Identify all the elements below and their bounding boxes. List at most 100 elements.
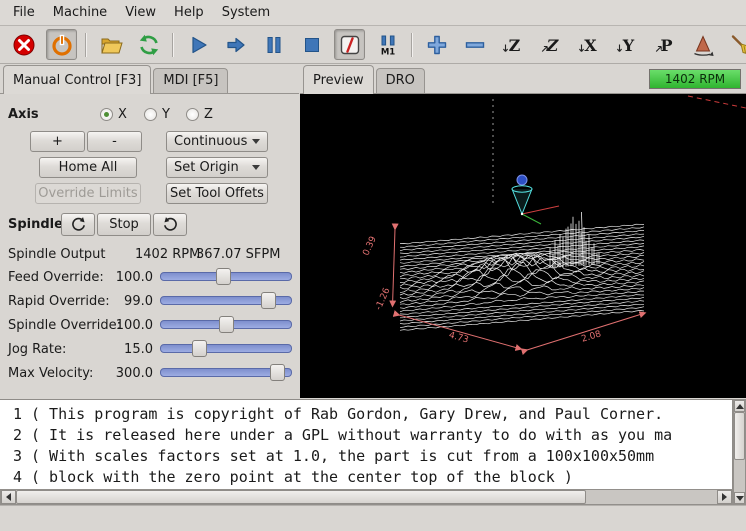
clear-plot-icon xyxy=(729,33,746,57)
spindle-rpm-value: 1402 RPM xyxy=(135,247,200,262)
spindle-override-slider[interactable] xyxy=(160,316,292,333)
gcode-line[interactable]: 4 ( block with the zero point at the cen… xyxy=(0,466,732,487)
slider-handle[interactable] xyxy=(270,364,285,381)
optional-pause-icon: M1 xyxy=(376,33,400,57)
axis-radio-y[interactable]: Y xyxy=(144,107,170,122)
slider-track[interactable] xyxy=(160,344,292,353)
spindle-reverse-icon xyxy=(70,216,87,233)
set-tool-offsets-button[interactable]: Set Tool Offets xyxy=(166,183,268,204)
override-limits-button[interactable]: Override Limits xyxy=(35,183,141,204)
slider-handle[interactable] xyxy=(261,292,276,309)
tab-manual-control[interactable]: Manual Control [F3] xyxy=(3,65,151,94)
gcode-line[interactable]: 3 ( With scales factors set at 1.0, the … xyxy=(0,445,732,466)
horizontal-scrollbar-thumb[interactable] xyxy=(16,490,586,504)
gcode-line-number: 3 xyxy=(0,447,22,465)
max-velocity-slider[interactable] xyxy=(160,364,292,381)
jog-plus-button[interactable]: + xyxy=(30,131,85,152)
vertical-scrollbar[interactable] xyxy=(733,399,746,505)
view-y-icon: Y xyxy=(615,33,639,57)
svg-text:M1: M1 xyxy=(380,47,394,57)
spindle-stop-button[interactable]: Stop xyxy=(97,213,151,236)
jog-minus-button[interactable]: - xyxy=(87,131,142,152)
view-p-button[interactable]: P xyxy=(649,29,680,60)
feed-override-slider[interactable] xyxy=(160,268,292,285)
axis-y-label: Y xyxy=(162,107,170,122)
spindle-sfpm-value: 367.07 SFPM xyxy=(196,247,280,262)
skip-lines-toggle[interactable] xyxy=(334,29,365,60)
preview-canvas[interactable]: 0.39 -1.26 4.73 2.08 xyxy=(300,94,746,398)
arrow-left-icon xyxy=(6,493,11,501)
axis-label: Axis xyxy=(8,107,39,122)
gcode-line-text: ( It is released here under a GPL withou… xyxy=(31,426,672,444)
toolbar-separator xyxy=(411,33,413,57)
jog-rate-value: 15.0 xyxy=(95,342,153,357)
menu-view[interactable]: View xyxy=(116,1,165,24)
home-all-button[interactable]: Home All xyxy=(39,157,137,178)
menu-help[interactable]: Help xyxy=(165,1,213,24)
run-button[interactable] xyxy=(182,29,213,60)
horizontal-scrollbar[interactable] xyxy=(0,489,733,505)
set-origin-button[interactable]: Set Origin xyxy=(166,157,268,178)
view-z-button[interactable]: Z xyxy=(497,29,528,60)
slider-handle[interactable] xyxy=(219,316,234,333)
scroll-up-button[interactable] xyxy=(734,400,745,412)
y-axis-indicator xyxy=(522,214,541,224)
menubar: File Machine View Help System xyxy=(0,0,746,26)
view-z-rot-button[interactable]: Z xyxy=(535,29,566,60)
zoom-in-button[interactable] xyxy=(421,29,452,60)
axis-radio-x[interactable]: X xyxy=(100,107,127,122)
machine-power-button[interactable] xyxy=(46,29,77,60)
estop-button[interactable] xyxy=(8,29,39,60)
scroll-left-button[interactable] xyxy=(1,490,16,504)
tab-preview[interactable]: Preview xyxy=(303,65,374,94)
tab-mdi[interactable]: MDI [F5] xyxy=(153,68,228,93)
tab-dro[interactable]: DRO xyxy=(376,68,425,93)
view-y-button[interactable]: Y xyxy=(611,29,642,60)
chevron-down-icon xyxy=(252,139,260,144)
axis-radio-z[interactable]: Z xyxy=(186,107,213,122)
pause-icon xyxy=(262,33,286,57)
gcode-line-number: 4 xyxy=(0,468,22,486)
vertical-scrollbar-thumb[interactable] xyxy=(734,412,745,460)
preview-panel: Preview DRO 1402 RPM 0.39 xyxy=(300,64,746,398)
gcode-line[interactable]: 1 ( This program is copyright of Rab Gor… xyxy=(0,403,732,424)
view-x-button[interactable]: X xyxy=(573,29,604,60)
menu-file[interactable]: File xyxy=(4,1,44,24)
spindle-forward-button[interactable] xyxy=(153,213,187,236)
pause-button[interactable] xyxy=(258,29,289,60)
toolpath-lines xyxy=(400,224,644,330)
spindle-reverse-button[interactable] xyxy=(61,213,95,236)
stop-button[interactable] xyxy=(296,29,327,60)
menu-machine[interactable]: Machine xyxy=(44,1,116,24)
optional-pause-toggle[interactable]: M1 xyxy=(372,29,403,60)
rapid-override-slider[interactable] xyxy=(160,292,292,309)
gcode-listing[interactable]: 1 ( This program is copyright of Rab Gor… xyxy=(0,399,733,489)
feed-override-value: 100.0 xyxy=(95,270,153,285)
spindle-label: Spindle: xyxy=(8,217,68,232)
gcode-line[interactable]: 2 ( It is released here under a GPL with… xyxy=(0,424,732,445)
rotate-view-icon xyxy=(691,33,715,57)
left-tabbar: Manual Control [F3] MDI [F5] xyxy=(0,64,299,94)
scroll-down-button[interactable] xyxy=(734,492,745,504)
rotate-view-button[interactable] xyxy=(687,29,718,60)
jog-rate-slider[interactable] xyxy=(160,340,292,357)
reload-button[interactable] xyxy=(133,29,164,60)
jog-mode-value: Continuous xyxy=(174,134,247,149)
step-button[interactable] xyxy=(220,29,251,60)
zoom-out-button[interactable] xyxy=(459,29,490,60)
slider-handle[interactable] xyxy=(216,268,231,285)
open-file-button[interactable] xyxy=(95,29,126,60)
gcode-line-number: 1 xyxy=(0,405,22,423)
menu-system[interactable]: System xyxy=(213,1,279,24)
toolbar-separator xyxy=(85,33,87,57)
spindle-forward-icon xyxy=(162,216,179,233)
slider-handle[interactable] xyxy=(192,340,207,357)
scroll-right-button[interactable] xyxy=(717,490,732,504)
clear-plot-button[interactable] xyxy=(725,29,746,60)
jog-mode-select[interactable]: Continuous xyxy=(166,131,268,152)
svg-text:P: P xyxy=(660,36,672,55)
svg-text:Z: Z xyxy=(508,36,520,55)
svg-text:Y: Y xyxy=(621,36,634,55)
tool-holder-icon xyxy=(517,175,527,185)
open-file-icon xyxy=(99,33,123,57)
